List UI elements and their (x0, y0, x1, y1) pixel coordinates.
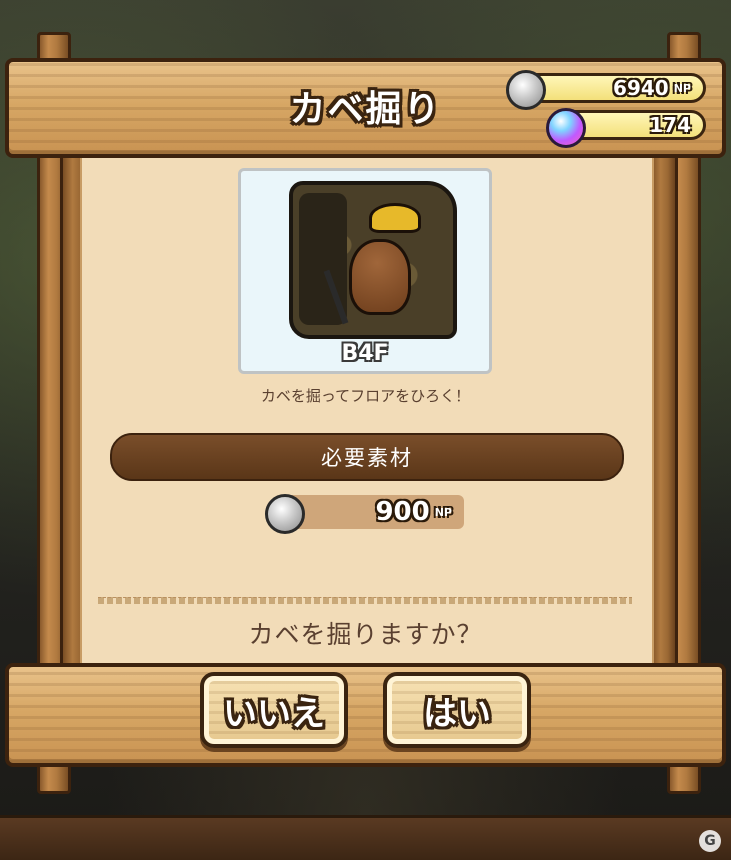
confirm-question: カベを掘りますか？ (248, 620, 483, 649)
divider (98, 597, 632, 604)
np-coin-icon (506, 70, 546, 110)
cost-coin-icon (265, 494, 305, 534)
preview-card: B4F (238, 168, 492, 374)
gem-value: 174 (649, 113, 691, 137)
site-logo-icon: G (699, 830, 721, 852)
no-button[interactable]: いいえ (200, 672, 348, 748)
floor-label: B4F (341, 341, 389, 366)
mole-miner-illustration (349, 239, 411, 315)
mining-scene (289, 181, 457, 339)
no-button-label: いいえ (223, 693, 325, 734)
cost-display: 900 NP (280, 495, 464, 529)
np-counter: 6940 NP (520, 73, 706, 103)
yes-button[interactable]: はい (383, 672, 531, 748)
description-text: カベを掘ってフロアをひろく！ (260, 387, 471, 405)
gem-orb-icon (546, 108, 586, 148)
cost-value: 900 (375, 497, 430, 527)
np-value: 6940 (613, 76, 669, 100)
cost-unit: NP (434, 505, 452, 519)
helmet-icon (369, 203, 421, 233)
np-unit: NP (673, 81, 691, 95)
button-plank (5, 663, 726, 767)
bottom-bar (0, 815, 731, 860)
requirements-label: 必要素材 (321, 446, 413, 470)
requirements-header: 必要素材 (110, 433, 624, 481)
yes-button-label: はい (423, 693, 491, 734)
